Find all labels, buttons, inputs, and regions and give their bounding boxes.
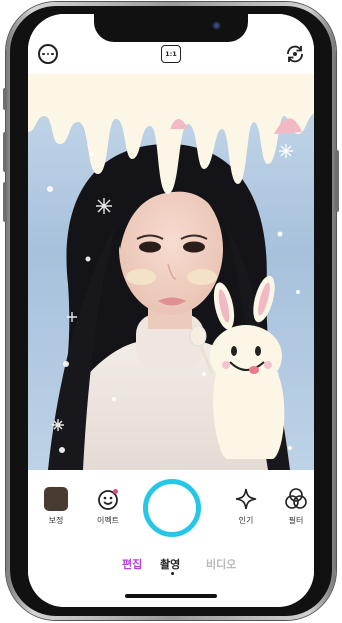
cream-drip <box>28 74 314 194</box>
tool-filter-label: 필터 <box>288 516 304 525</box>
phone-screen: 1:1 보정 이펙트 인기 필터 편집 촬영 비디오 <box>28 14 314 607</box>
silent-switch <box>3 88 7 110</box>
tool-beauty-label: 보정 <box>48 516 64 525</box>
photo-scene <box>28 74 314 470</box>
aspect-ratio-button[interactable]: 1:1 <box>161 45 181 63</box>
beauty-swatch-icon <box>43 486 69 512</box>
tool-popular-label: 인기 <box>238 516 254 525</box>
sparkle-icon <box>233 486 259 512</box>
smile-effect-icon <box>95 486 121 512</box>
camera-preview <box>28 74 314 470</box>
filter-circles-icon <box>283 486 309 512</box>
volume-up-button <box>3 132 7 172</box>
blush-sticker-right <box>187 269 217 285</box>
blush-sticker-left <box>126 269 156 285</box>
tool-popular[interactable]: 인기 <box>226 486 266 526</box>
tool-filter[interactable]: 필터 <box>276 486 314 526</box>
notch <box>94 14 248 42</box>
more-options-icon[interactable] <box>38 44 58 64</box>
flip-camera-icon[interactable] <box>285 44 305 64</box>
power-button <box>335 150 339 212</box>
camera-control-panel: 보정 이펙트 인기 필터 편집 촬영 비디오 <box>28 470 314 607</box>
mode-tab-video[interactable]: 비디오 <box>206 556 236 572</box>
home-indicator <box>125 594 217 598</box>
top-toolbar: 1:1 <box>28 14 314 74</box>
mode-tab-shoot[interactable]: 촬영 <box>160 556 180 572</box>
aspect-ratio-label: 1:1 <box>165 50 177 58</box>
shutter-button[interactable] <box>143 479 201 537</box>
volume-down-button <box>3 182 7 222</box>
mode-tab-edit[interactable]: 편집 <box>122 556 142 572</box>
left-eye <box>139 241 161 253</box>
right-eye <box>183 241 205 253</box>
front-camera <box>212 21 221 30</box>
active-mode-indicator <box>171 572 174 575</box>
tool-beauty[interactable]: 보정 <box>36 486 76 526</box>
tool-effect[interactable]: 이펙트 <box>88 486 128 526</box>
tool-effect-label: 이펙트 <box>96 516 120 525</box>
